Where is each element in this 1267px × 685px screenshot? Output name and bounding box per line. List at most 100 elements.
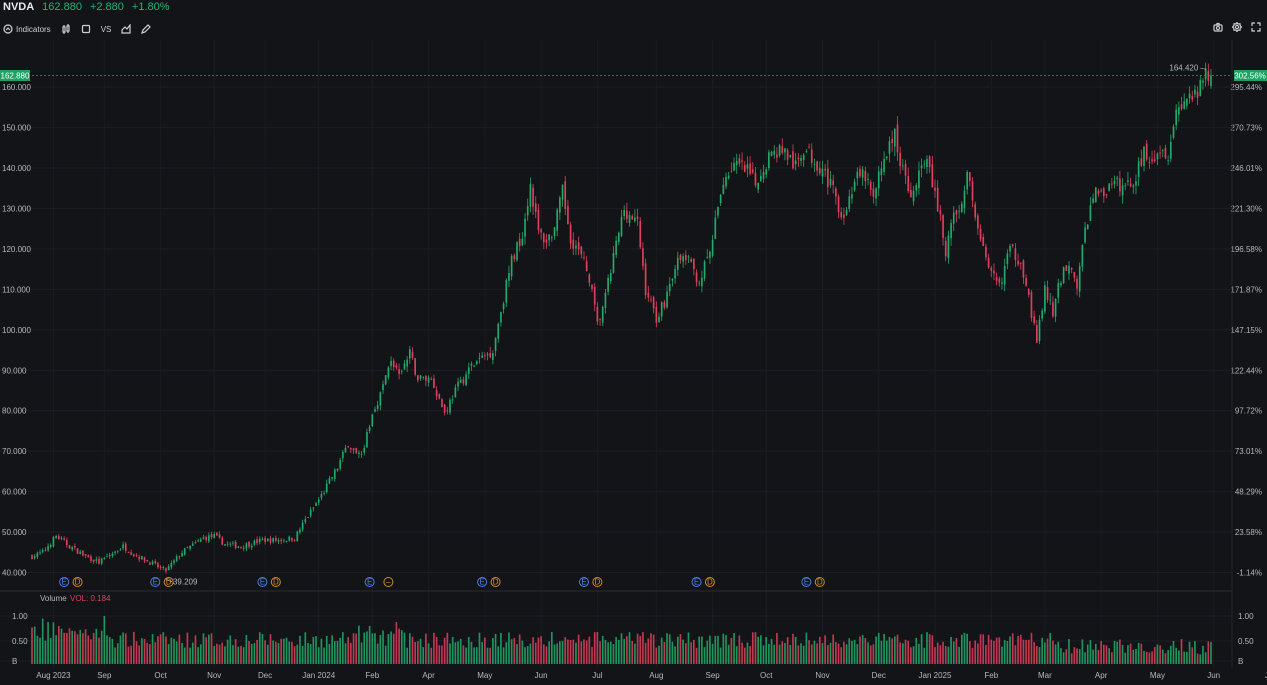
volume-bar (575, 642, 577, 664)
volume-bar (601, 635, 604, 664)
candle-body (666, 291, 668, 308)
event-marker-label: D (817, 578, 823, 587)
candle-body (601, 306, 604, 323)
candle-body (880, 168, 883, 176)
candle-body (561, 184, 564, 200)
volume-bar (861, 635, 864, 664)
candle-body (995, 277, 998, 281)
volume-value: VOL: 0.184 (70, 594, 111, 603)
volume-bars (31, 616, 1212, 664)
candle-body (1167, 160, 1169, 161)
candle-body (599, 319, 601, 321)
candle-body (1191, 96, 1194, 100)
volume-bar (186, 632, 189, 664)
volume-bar (910, 647, 912, 664)
volume-bar (885, 640, 888, 664)
candle-body (853, 181, 856, 191)
volume-bar (1011, 633, 1014, 664)
volume-bar (272, 640, 274, 664)
candle-body (936, 187, 939, 212)
price-tick-label: 80.000 (2, 407, 27, 416)
candle-body (588, 274, 591, 283)
candle-body (891, 138, 893, 143)
candle-body (760, 175, 762, 182)
volume-bar (371, 633, 374, 664)
volume-bar (741, 642, 743, 664)
candle-body (1089, 205, 1092, 221)
candle-body (216, 532, 218, 536)
volume-bar (676, 636, 679, 664)
volume-bar (564, 637, 567, 664)
price-chart[interactable]: 1.00 1.00 0.50 0.50 B B 160.000 150.000 140.000… (0, 0, 1267, 685)
candle-body (384, 375, 387, 385)
volume-bar (1033, 642, 1035, 664)
candle-body (762, 172, 765, 179)
candle-body (291, 537, 293, 541)
volume-bar (489, 647, 492, 664)
volume-bar (451, 636, 454, 664)
candle-body (955, 210, 958, 215)
volume-bar (642, 632, 644, 664)
volume-bar (465, 647, 467, 664)
volume-bar (1078, 649, 1081, 664)
volume-bar (1121, 644, 1124, 664)
candle-body (1073, 271, 1076, 278)
candle-body (532, 187, 534, 207)
volume-bar (457, 641, 459, 664)
candle-body (470, 363, 473, 366)
candle-body (484, 355, 486, 357)
volume-bar (998, 637, 1001, 664)
candle-body (151, 561, 154, 565)
volume-bar (202, 633, 205, 664)
volume-bar (333, 641, 336, 664)
volume-bar (285, 637, 288, 664)
candle-body (87, 555, 90, 558)
candle-body (1078, 266, 1081, 292)
volume-bar (561, 641, 564, 664)
volume-bar (245, 635, 248, 664)
volume-bar (508, 632, 510, 664)
candle-body (1060, 282, 1062, 286)
candle-body (462, 379, 465, 384)
volume-bar (1164, 653, 1167, 664)
volume-bar (816, 643, 818, 664)
volume-bar (845, 644, 848, 664)
candle-body (684, 255, 687, 261)
volume-bar (808, 640, 810, 664)
candle-body (658, 316, 660, 323)
candle-body (467, 367, 470, 374)
volume-bar (604, 639, 607, 664)
volume-bar (995, 637, 998, 664)
candle-body (1199, 80, 1202, 96)
candle-body (1019, 263, 1022, 265)
volume-bar (684, 643, 687, 664)
candle-body (580, 246, 583, 255)
volume-bar (301, 645, 304, 664)
candle-body (832, 180, 835, 185)
time-tick-label: Sep (705, 671, 720, 680)
candle-body (1210, 75, 1212, 87)
candle-body (1027, 289, 1030, 295)
candle-body (1183, 101, 1186, 109)
volume-bar (481, 642, 483, 664)
candle-body (1178, 107, 1180, 115)
volume-bar (478, 632, 481, 664)
volume-bar (189, 647, 191, 664)
volume-bar (966, 633, 968, 664)
volume-bar (706, 640, 709, 664)
volume-bar (307, 642, 309, 664)
time-tick-label: Sep (97, 671, 112, 680)
candle-body (309, 509, 312, 516)
candle-body (551, 237, 553, 239)
candle-body (1111, 183, 1113, 185)
candle-body (826, 168, 829, 188)
candle-body (805, 151, 808, 152)
volume-bar (159, 634, 162, 664)
candle-body (197, 540, 199, 542)
candle-body (942, 215, 944, 238)
candle-body (944, 240, 947, 257)
volume-bar (114, 647, 116, 664)
volume-bar (355, 633, 358, 664)
volume-bar (532, 637, 534, 664)
candle-body (159, 567, 162, 568)
